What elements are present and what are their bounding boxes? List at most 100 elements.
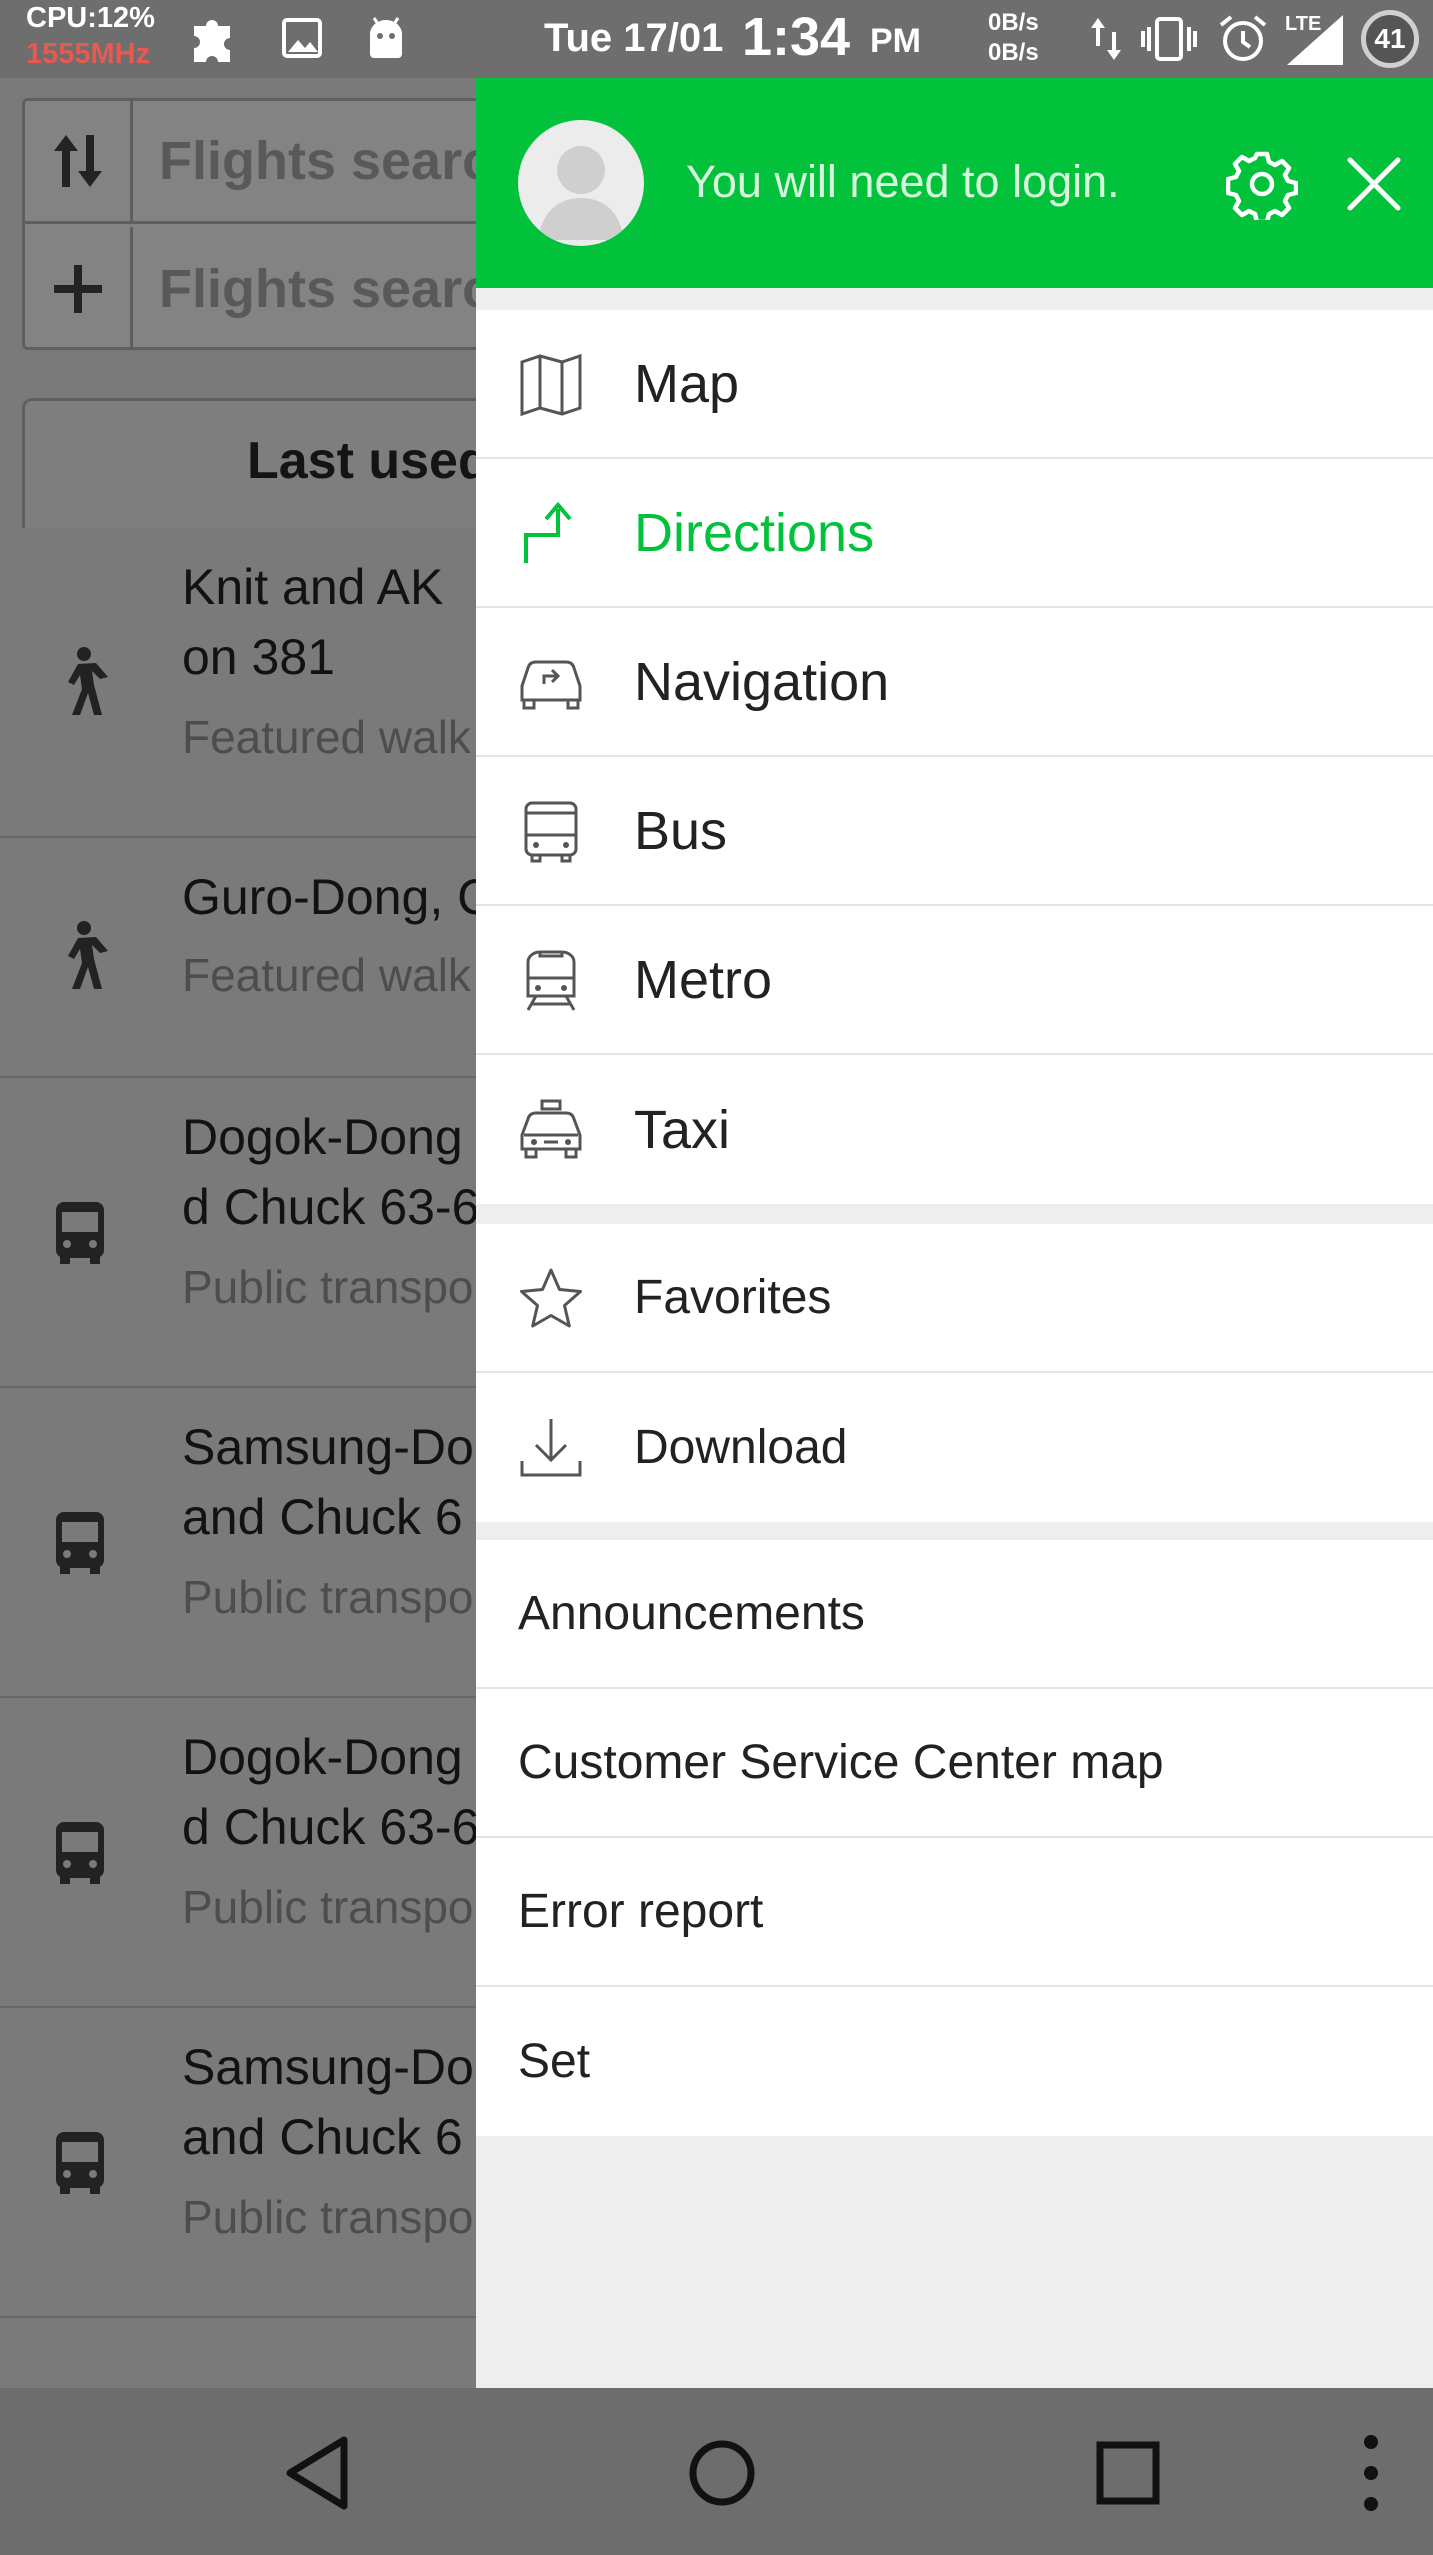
list-item-title: Dogok-Dong: [182, 1729, 463, 1785]
menu-item-label: Favorites: [634, 1271, 832, 1324]
net-down-speed: 0B/s: [988, 39, 1039, 66]
plus-icon[interactable]: [25, 227, 133, 350]
list-item-title: Dogok-Dong: [182, 1109, 463, 1165]
bus-icon: [524, 801, 578, 863]
signal-type: LTE: [1285, 13, 1322, 35]
menu-item-label: Metro: [634, 949, 773, 1010]
system-nav-bar: [0, 2388, 1433, 2555]
status-bar: CPU:12% 1555MHz Tue 17/01 1:34 PM 0B/s 0…: [0, 0, 1433, 78]
close-icon[interactable]: [1342, 152, 1406, 216]
menu-item-error-report[interactable]: Error report: [476, 1838, 1433, 1987]
download-icon: [520, 1419, 582, 1477]
image-icon: [282, 18, 322, 58]
map-icon: [520, 353, 582, 417]
tab-last-used-label: Last used: [247, 432, 490, 490]
menu-item-label: Customer Service Center map: [518, 1736, 1164, 1789]
list-item[interactable]: Samsung-Do and Chuck 6 Public transpo: [0, 1388, 520, 1698]
menu-item-favorites[interactable]: Favorites: [476, 1224, 1433, 1373]
menu-item-map[interactable]: Map: [476, 310, 1433, 459]
list-item[interactable]: Samsung-Do and Chuck 6 Public transpo: [0, 2008, 520, 2318]
recents-icon[interactable]: [1083, 2428, 1173, 2518]
vibrate-icon: [1141, 17, 1197, 61]
list-item[interactable]: Dogok-Dong d Chuck 63-6 Public transpo: [0, 1078, 520, 1388]
search-row-to[interactable]: Flights searc: [25, 227, 539, 350]
menu-item-navigation[interactable]: Navigation: [476, 608, 1433, 757]
cpu-frequency: 1555MHz: [26, 38, 151, 70]
menu-group-saved: Favorites Download: [476, 1224, 1433, 1522]
navigation-car-icon: [520, 660, 582, 710]
net-up-speed: 0B/s: [988, 9, 1039, 36]
avatar[interactable]: [518, 120, 644, 246]
menu-item-label: Map: [634, 353, 740, 414]
status-date: Tue 17/01: [544, 16, 724, 60]
menu-item-label: Download: [634, 1421, 848, 1474]
status-time: 1:34: [742, 7, 851, 67]
list-item-title-2: and Chuck 6: [182, 2109, 463, 2165]
list-item-type: Public transpo: [182, 2191, 474, 2243]
menu-item-label: Announcements: [518, 1587, 865, 1640]
star-icon: [520, 1268, 582, 1328]
list-item-title-2: d Chuck 63-6: [182, 1799, 480, 1855]
menu-item-label: Bus: [634, 800, 728, 861]
more-options-icon[interactable]: [1326, 2428, 1416, 2518]
menu-item-download[interactable]: Download: [476, 1373, 1433, 1522]
user-avatar-icon: [538, 146, 624, 240]
bus-icon: [56, 1822, 104, 1884]
list-item-title: Samsung-Do: [182, 2039, 474, 2095]
list-item-title-2: on 381: [182, 629, 335, 685]
list-item-type: Public transpo: [182, 1261, 474, 1313]
list-item-type: Public transpo: [182, 1571, 474, 1623]
menu-item-announcements[interactable]: Announcements: [476, 1540, 1433, 1689]
metro-icon: [526, 950, 576, 1011]
swap-icon[interactable]: [25, 101, 133, 221]
search-input-to[interactable]: Flights searc: [133, 258, 492, 320]
signal-icon: LTE: [1285, 11, 1347, 67]
menu-item-label: Error report: [518, 1885, 764, 1938]
menu-item-taxi[interactable]: Taxi: [476, 1055, 1433, 1204]
android-icon: [370, 17, 402, 58]
menu-item-label: Taxi: [634, 1099, 731, 1160]
menu-item-label: Set: [518, 2035, 591, 2088]
menu-item-directions[interactable]: Directions: [476, 459, 1433, 608]
bus-icon: [56, 1512, 104, 1574]
drawer-header: You will need to login.: [476, 78, 1433, 288]
list-item[interactable]: Dogok-Dong d Chuck 63-6 Public transpo: [0, 1698, 520, 2008]
list-item[interactable]: Knit and AK on 381 Featured walk: [0, 528, 520, 838]
puzzle-icon: [194, 20, 230, 62]
cpu-usage: CPU:12%: [26, 2, 155, 34]
gear-icon[interactable]: [1226, 148, 1298, 220]
walk-icon: [68, 647, 108, 715]
bus-icon: [56, 1202, 104, 1264]
battery-level: 41: [1374, 23, 1406, 54]
login-prompt[interactable]: You will need to login.: [686, 156, 1120, 208]
taxi-icon: [520, 1099, 582, 1159]
data-transfer-icon: [1091, 18, 1121, 60]
battery-icon: 41: [1361, 10, 1419, 68]
list-item-title-2: d Chuck 63-6: [182, 1179, 480, 1235]
list-item-type: Featured walk: [182, 949, 471, 1001]
directions-icon: [524, 501, 572, 563]
search-row-from[interactable]: Flights searc: [25, 101, 539, 224]
navigation-drawer: You will need to login. Map Directions N…: [476, 78, 1433, 2388]
menu-group-transport: Map Directions Navigation Bus Metro Taxi: [476, 310, 1433, 1204]
menu-item-label: Navigation: [634, 651, 890, 712]
menu-item-label: Directions: [634, 502, 875, 563]
bus-icon: [56, 2132, 104, 2194]
menu-item-settings[interactable]: Set: [476, 1987, 1433, 2136]
list-item[interactable]: Guro-Dong, C Featured walk: [0, 838, 520, 1078]
list-item-title-2: and Chuck 6: [182, 1489, 463, 1545]
tab-last-used[interactable]: Last used: [22, 398, 542, 528]
back-icon[interactable]: [274, 2428, 364, 2518]
menu-item-metro[interactable]: Metro: [476, 906, 1433, 1055]
menu-item-customer-service-map[interactable]: Customer Service Center map: [476, 1689, 1433, 1838]
network-speed: 0B/s 0B/s: [988, 8, 1039, 68]
menu-item-bus[interactable]: Bus: [476, 757, 1433, 906]
menu-group-support: Announcements Customer Service Center ma…: [476, 1540, 1433, 2136]
list-item-type: Public transpo: [182, 1881, 474, 1933]
search-box: Flights searc Flights searc: [22, 98, 542, 350]
alarm-icon: [1219, 15, 1267, 61]
search-input-from[interactable]: Flights searc: [133, 130, 492, 192]
walk-icon: [68, 921, 108, 989]
home-icon[interactable]: [677, 2428, 767, 2518]
list-item-type: Featured walk: [182, 711, 471, 763]
